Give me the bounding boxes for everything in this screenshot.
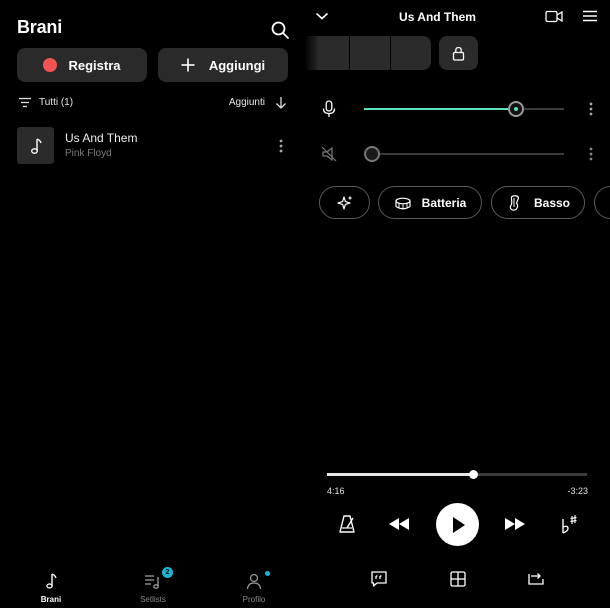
bass-chip[interactable]: Basso (491, 186, 585, 219)
progress-thumb[interactable] (468, 470, 478, 479)
lock-icon (452, 46, 465, 61)
song-artist: Pink Floyd (65, 148, 112, 159)
drum-icon (394, 194, 412, 212)
plus-icon (181, 58, 195, 72)
record-dot-icon (43, 58, 58, 72)
bass-guitar-icon (506, 194, 524, 212)
filter-icon[interactable] (19, 97, 31, 108)
songs-pane: Brani Registra Aggiungi Tutti (1) Aggiun… (0, 0, 300, 608)
playback-controls (305, 501, 610, 547)
time-elapsed: 4:16 (327, 486, 345, 496)
search-icon[interactable] (270, 20, 290, 40)
player-bottom-bar (305, 568, 610, 592)
metronome-icon[interactable] (336, 513, 358, 535)
add-song-button[interactable]: Aggiungi (158, 48, 288, 82)
lock-button[interactable] (439, 36, 478, 70)
song-thumbnail (17, 127, 54, 164)
hamburger-menu-icon[interactable] (583, 10, 597, 22)
player-title: Us And Them (399, 10, 476, 24)
fast-forward-icon[interactable] (504, 513, 526, 535)
more-vert-icon[interactable] (279, 139, 283, 153)
arrow-down-icon[interactable] (275, 96, 287, 109)
player-pane: Us And Them Batteria Basso 4:16 -3:23 (305, 0, 610, 608)
video-camera-icon[interactable] (545, 10, 563, 23)
drums-chip-label: Batteria (421, 195, 467, 210)
bottom-nav: Brani 2 Setlists Profilo (0, 566, 300, 608)
muted-track-thumb[interactable] (364, 146, 380, 162)
rewind-icon[interactable] (388, 513, 410, 535)
nav-setlists[interactable]: 2 Setlists (118, 566, 188, 606)
ai-stems-chip[interactable] (319, 186, 370, 219)
bass-chip-label: Basso (533, 195, 571, 210)
progress-fill (327, 473, 473, 476)
time-remaining: -3:23 (567, 486, 588, 496)
muted-track-slider[interactable] (364, 146, 564, 162)
song-title: Us And Them (65, 131, 138, 145)
mic-volume-thumb[interactable] (508, 101, 524, 117)
profile-notification-dot (265, 571, 270, 576)
filter-dropdown[interactable]: Tutti (1) (39, 97, 73, 108)
nav-setlists-label: Setlists (140, 595, 166, 604)
nav-profilo[interactable]: Profilo (219, 566, 289, 606)
key-transpose-icon[interactable] (559, 513, 581, 535)
mic-volume-slider[interactable] (364, 101, 564, 117)
setlists-badge: 2 (162, 567, 173, 578)
drums-chip[interactable]: Batteria (378, 186, 482, 219)
play-button[interactable] (436, 503, 479, 546)
record-button-label: Registra (68, 57, 121, 73)
music-note-icon (42, 572, 60, 590)
track-waveform-strip[interactable] (305, 36, 431, 70)
playback-progress-bar[interactable] (327, 470, 587, 479)
mic-volume-fill (364, 108, 516, 110)
sort-dropdown[interactable]: Aggiunti (229, 97, 265, 108)
microphone-icon[interactable] (321, 100, 337, 118)
play-icon (450, 516, 466, 534)
filter-sort-bar: Tutti (1) Aggiunti (19, 96, 287, 110)
list-item[interactable]: Us And Them Pink Floyd (17, 127, 289, 165)
more-stems-chip[interactable] (594, 186, 610, 219)
music-note-icon (28, 137, 44, 155)
more-vert-icon[interactable] (589, 147, 593, 161)
setlist-icon: 2 (144, 567, 173, 590)
profile-icon (245, 571, 270, 590)
page-title: Brani (17, 17, 63, 37)
muted-track-row (321, 144, 599, 164)
record-button[interactable]: Registra (17, 48, 147, 82)
sparkle-icon (336, 194, 354, 212)
mic-volume-row (321, 99, 599, 119)
add-button-label: Aggiungi (208, 57, 266, 73)
grid-icon[interactable] (449, 570, 467, 588)
loop-icon[interactable] (527, 570, 545, 588)
muted-speaker-icon[interactable] (321, 145, 337, 163)
more-vert-icon[interactable] (589, 102, 593, 116)
nav-brani[interactable]: Brani (16, 566, 86, 606)
nav-profilo-label: Profilo (242, 595, 266, 604)
lyrics-icon[interactable] (370, 570, 388, 588)
nav-brani-label: Brani (40, 595, 62, 604)
